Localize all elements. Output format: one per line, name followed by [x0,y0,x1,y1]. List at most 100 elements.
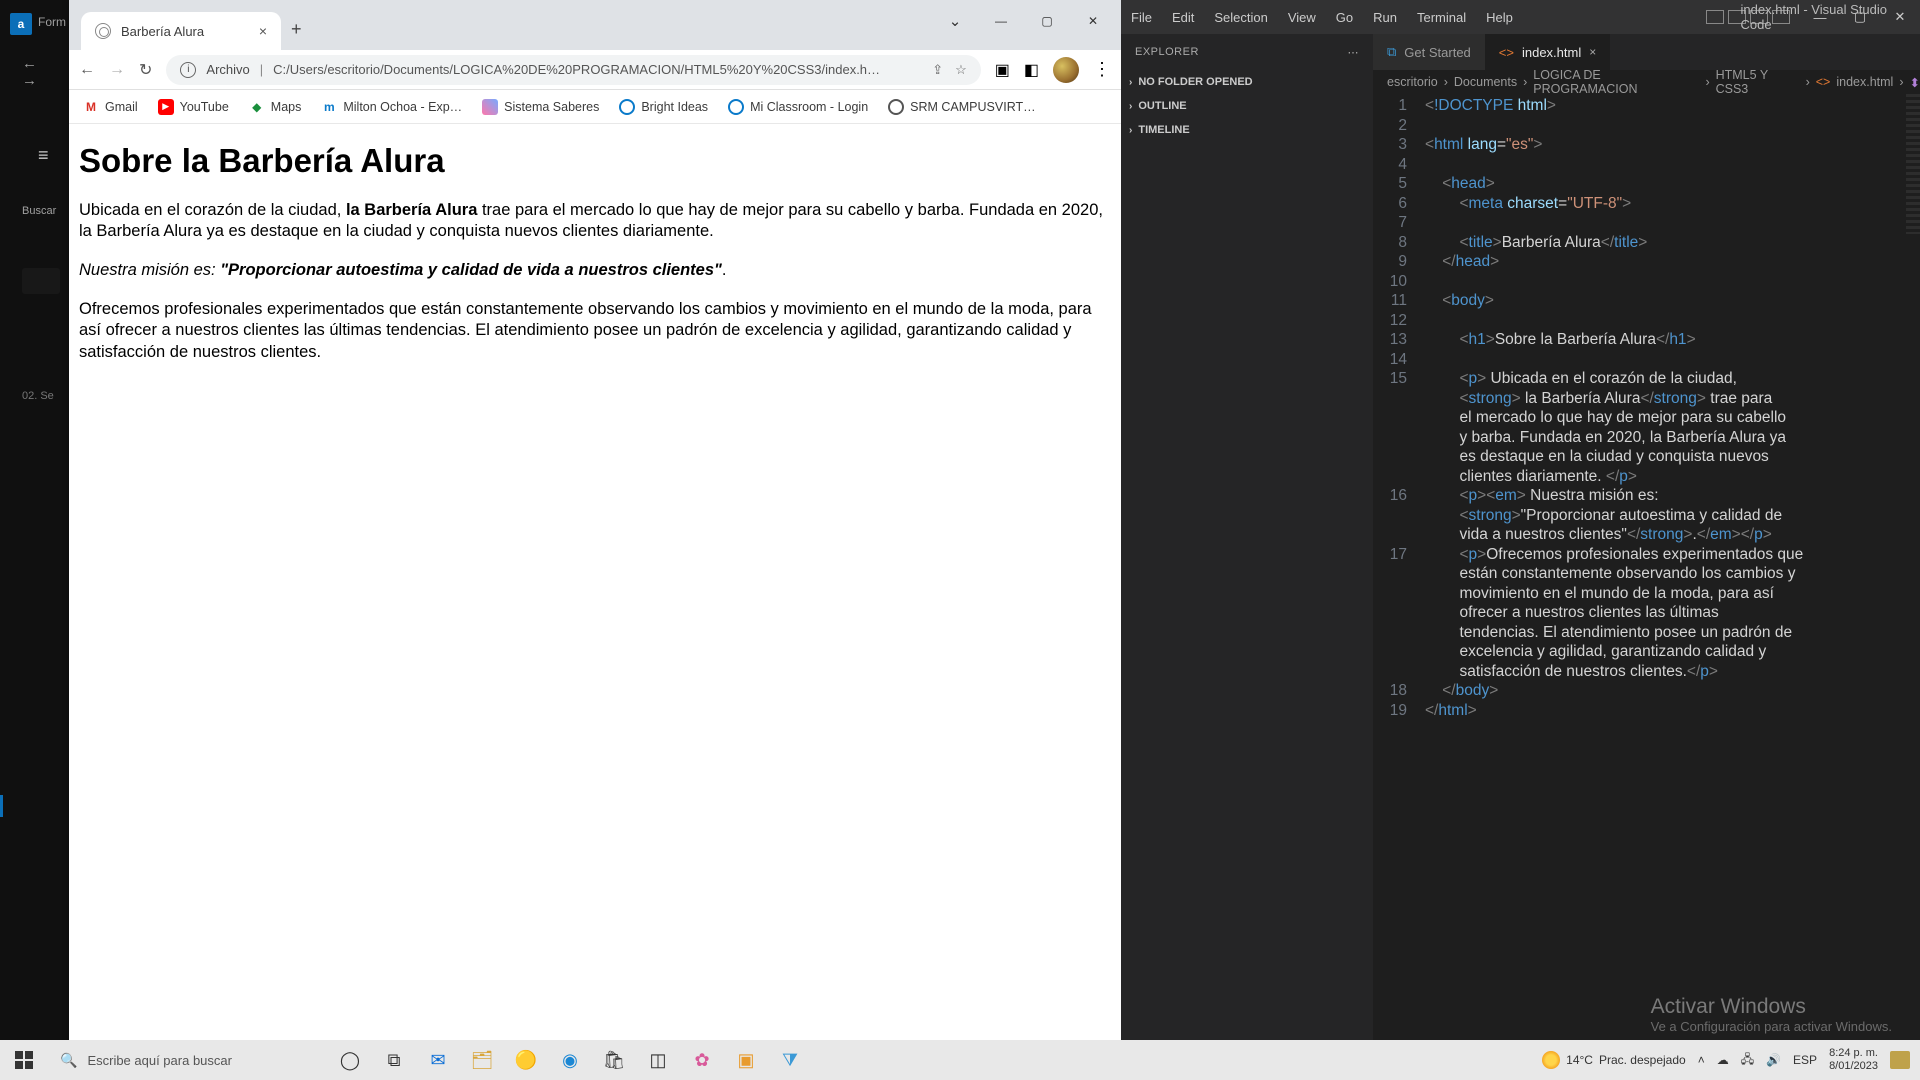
vscode-icon: ⧉ [1387,44,1396,60]
search-field[interactable] [22,268,60,294]
saberes-icon [482,99,498,115]
selected-row[interactable]: 02. Se [22,390,54,402]
kebab-menu-icon[interactable]: ⋮ [1093,59,1111,80]
onedrive-icon[interactable]: ☁ [1717,1053,1729,1067]
url-input[interactable]: i Archivo | C:/Users/escritorio/Document… [166,55,980,85]
menu-help[interactable]: Help [1476,10,1523,25]
taskview-icon[interactable]: ⧉ [372,1040,416,1080]
app-icon-2[interactable]: ✿ [680,1040,724,1080]
star-icon[interactable]: ☆ [955,62,967,78]
network-icon[interactable]: 🖧 [1741,1050,1754,1071]
explorer-section-nofolder[interactable]: › NO FOLDER OPENED [1121,70,1373,94]
menu-terminal[interactable]: Terminal [1407,10,1476,25]
close-tab-icon[interactable]: × [1589,45,1596,59]
back-button[interactable]: ← [79,61,95,79]
code-editor[interactable]: 1234567891011121314 15 16 17 18 19 <!DOC… [1373,94,1920,1050]
crumb[interactable]: Documents [1454,75,1517,89]
maximize-button[interactable]: ▢ [1025,6,1069,36]
volume-icon[interactable]: 🔊 [1766,1053,1781,1067]
reload-button[interactable]: ↻ [139,60,152,80]
notifications-icon[interactable] [1890,1051,1910,1069]
app-logo[interactable]: a [10,13,32,35]
start-button[interactable] [0,1040,48,1080]
cortana-icon[interactable]: ◯ [328,1040,372,1080]
chevron-right-icon: › [1129,77,1132,88]
menu-go[interactable]: Go [1326,10,1363,25]
crumb[interactable]: LOGICA DE PROGRAMACION [1533,68,1699,96]
profile-avatar[interactable] [1053,57,1079,83]
explorer-icon[interactable]: 🗂 [460,1040,504,1080]
weather-temp: 14°C [1566,1053,1593,1067]
selection-indicator [0,795,3,817]
app-icon[interactable]: ◫ [636,1040,680,1080]
close-window-button[interactable]: ✕ [1071,6,1115,36]
menu-edit[interactable]: Edit [1162,10,1204,25]
crumb[interactable]: index.html [1836,75,1893,89]
explorer-panel: EXPLORER ⋯ ›NO FOLDER OPENED ›OUTLINE ›T… [1121,34,1373,1050]
section-label: NO FOLDER OPENED [1138,76,1252,88]
menu-run[interactable]: Run [1363,10,1407,25]
sublime-icon[interactable]: ▣ [724,1040,768,1080]
menu-view[interactable]: View [1278,10,1326,25]
hamburger-icon[interactable]: ≡ [38,145,49,166]
code-lines[interactable]: <!DOCTYPE html><html lang="es"> <head> <… [1425,94,1920,1050]
layout-1-icon[interactable] [1706,10,1724,24]
explorer-section-outline[interactable]: ›OUTLINE [1121,94,1373,118]
chevron-right-icon: › [1129,125,1132,136]
mail-icon[interactable]: ✉ [416,1040,460,1080]
breadcrumb[interactable]: escritorio› Documents› LOGICA DE PROGRAM… [1373,70,1920,94]
bookmark-classroom[interactable]: Mi Classroom - Login [728,99,868,115]
new-tab-button[interactable]: + [291,19,302,40]
tab-label: index.html [1522,45,1581,60]
classroom-icon [728,99,744,115]
site-info-icon[interactable]: i [180,62,196,78]
bookmark-youtube[interactable]: ▶YouTube [158,99,229,115]
menu-file[interactable]: File [1121,10,1162,25]
rendered-page: Sobre la Barbería Alura Ubicada en el co… [69,124,1121,1056]
bookmark-bright[interactable]: Bright Ideas [619,99,708,115]
app-logo-text: Form [38,15,66,29]
explorer-more-icon[interactable]: ⋯ [1348,46,1360,59]
browser-tab[interactable]: Barbería Alura × [81,12,281,50]
minimap[interactable] [1906,94,1920,234]
bookmark-milton[interactable]: mMilton Ochoa - Exp… [321,99,462,115]
line-gutter: 1234567891011121314 15 16 17 18 19 [1373,94,1425,1050]
back-arrow-icon[interactable]: ← [22,55,37,72]
section-label: TIMELINE [1138,124,1189,136]
share-icon[interactable]: ⇪ [932,62,943,78]
chrome-tabstrip: Barbería Alura × + ⌄ — ▢ ✕ [69,0,1121,50]
nav-arrows[interactable]: ← → [22,55,69,89]
store-icon[interactable]: 🛍 [592,1040,636,1080]
close-tab-icon[interactable]: × [259,23,267,39]
taskbar-apps: ◯ ⧉ ✉ 🗂 🟡 ◉ 🛍 ◫ ✿ ▣ ⧩ [328,1040,812,1080]
forward-arrow-icon[interactable]: → [22,72,37,89]
edge-icon[interactable]: ◉ [548,1040,592,1080]
language-indicator[interactable]: ESP [1793,1053,1817,1067]
weather-text: Prac. despejado [1599,1053,1686,1067]
bookmark-gmail[interactable]: MGmail [83,99,138,115]
minimize-button[interactable]: — [979,6,1023,36]
extensions-icon[interactable]: ▣ [995,60,1010,80]
explorer-section-timeline[interactable]: › TIMELINE [1121,118,1373,142]
taskbar-search[interactable]: 🔍 Escribe aquí para buscar [48,1040,328,1080]
crumb[interactable]: HTML5 Y CSS3 [1716,68,1800,96]
page-p3: Ofrecemos profesionales experimentados q… [79,299,1111,362]
crumb[interactable]: escritorio [1387,75,1438,89]
external-app-sidebar: a Form ← → ≡ Buscar 02. Se [0,0,69,1080]
windows-taskbar: 🔍 Escribe aquí para buscar ◯ ⧉ ✉ 🗂 🟡 ◉ 🛍… [0,1040,1920,1080]
bookmark-maps[interactable]: ◆Maps [249,99,302,115]
chrome-taskbar-icon[interactable]: 🟡 [504,1040,548,1080]
weather-widget[interactable]: 14°C Prac. despejado [1542,1051,1686,1069]
html-file-icon: <> [1816,75,1831,89]
bookmark-saberes[interactable]: Sistema Saberes [482,99,599,115]
dropdown-icon[interactable]: ⌄ [933,6,977,36]
tab-get-started[interactable]: ⧉ Get Started [1373,34,1485,70]
bookmark-srm[interactable]: SRM CAMPUSVIRT… [888,99,1035,115]
bookmark-label: Bright Ideas [641,100,708,114]
tab-index-html[interactable]: <> index.html × [1485,34,1610,70]
sidepanel-icon[interactable]: ◧ [1024,60,1039,80]
menu-selection[interactable]: Selection [1204,10,1277,25]
clock[interactable]: 8:24 p. m. 8/01/2023 [1829,1047,1878,1073]
vscode-taskbar-icon[interactable]: ⧩ [768,1040,812,1080]
chevron-up-icon[interactable]: ˄ [1698,1053,1705,1067]
